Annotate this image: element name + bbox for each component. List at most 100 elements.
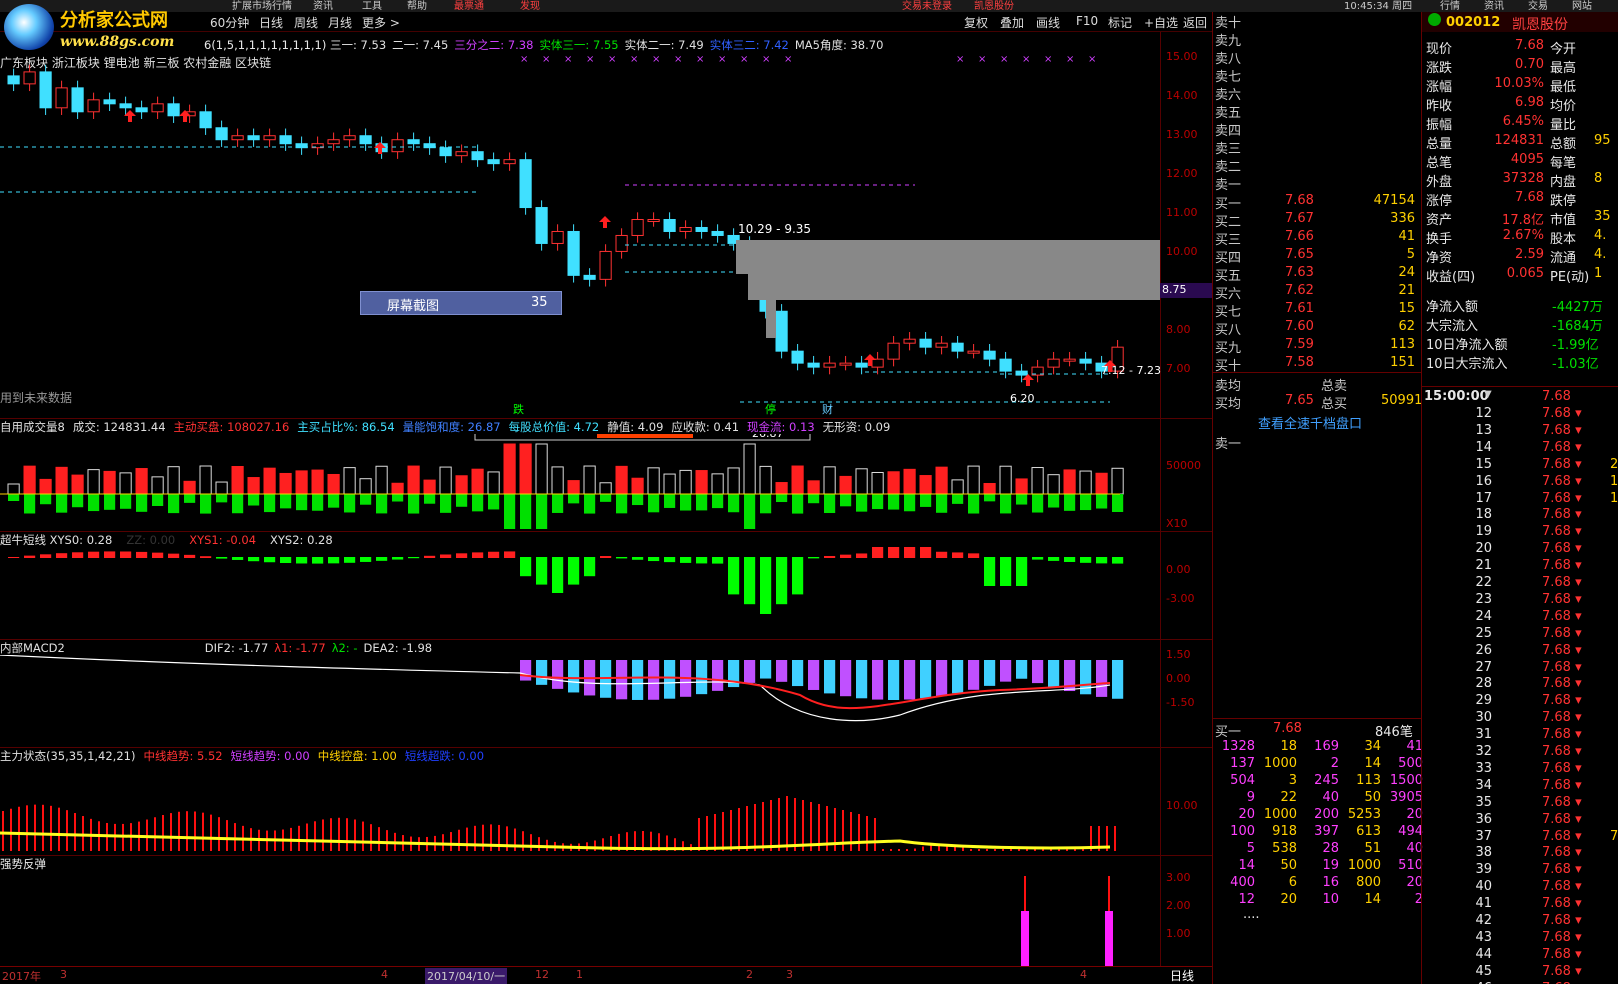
tool-add-favorite[interactable]: +自选 bbox=[1144, 14, 1178, 31]
volume-bar bbox=[184, 481, 195, 494]
volume-bar-neg bbox=[840, 494, 851, 506]
volume-chart[interactable]: 26.87 bbox=[0, 434, 1160, 531]
volume-bar bbox=[680, 470, 691, 494]
macd-bar bbox=[1032, 660, 1043, 683]
tool-overlay[interactable]: 叠加 bbox=[1000, 14, 1024, 31]
zl-bar bbox=[802, 800, 804, 851]
menu-item-news[interactable]: 资讯 bbox=[313, 0, 333, 12]
tool-fuquan[interactable]: 复权 bbox=[964, 14, 988, 31]
volume-bar bbox=[88, 470, 99, 494]
period-60min[interactable]: 60分钟 bbox=[210, 14, 249, 31]
candle-body bbox=[232, 136, 243, 140]
volume-bar bbox=[200, 466, 211, 494]
period-month[interactable]: 月线 bbox=[328, 14, 352, 31]
buy-level-price[interactable]: 7.58 bbox=[1285, 355, 1314, 372]
tool-mark[interactable]: 标记 bbox=[1108, 14, 1132, 31]
buy-level-price[interactable]: 7.62 bbox=[1285, 283, 1314, 300]
volume-bar bbox=[392, 483, 403, 494]
marker-x: × bbox=[1088, 54, 1096, 65]
macd-chart[interactable] bbox=[0, 655, 1160, 747]
sell1-label: 卖一 bbox=[1215, 433, 1241, 450]
tick-list[interactable]: 15:00:00 ▼ 7.68 12 7.68 ▾ 13 7.68 ▾ 14 7.68 ▾… bbox=[1421, 386, 1618, 984]
tool-draw[interactable]: 画线 bbox=[1036, 14, 1060, 31]
tab-zixun[interactable]: 资讯 bbox=[1484, 0, 1504, 12]
tick-minute: 43 bbox=[1460, 930, 1492, 947]
tool-f10[interactable]: F10 bbox=[1076, 14, 1098, 31]
zl-chart[interactable] bbox=[0, 763, 1160, 855]
tick-price: 7.68 ▾ bbox=[1542, 474, 1582, 491]
buy-level-price[interactable]: 7.60 bbox=[1285, 319, 1314, 336]
xys-chart[interactable] bbox=[0, 547, 1160, 639]
tab-wangzhan[interactable]: 网站 bbox=[1572, 0, 1592, 12]
volume-bar bbox=[8, 484, 19, 494]
buy-level-price[interactable]: 7.65 bbox=[1285, 247, 1314, 264]
buy-level-volume: 21 bbox=[1398, 283, 1415, 300]
buy-level-price[interactable]: 7.59 bbox=[1285, 337, 1314, 354]
buy-level-price[interactable]: 7.68 bbox=[1285, 193, 1314, 210]
menu-item-help[interactable]: 帮助 bbox=[407, 0, 427, 12]
queue-cell: 20 bbox=[1259, 892, 1297, 909]
period-day[interactable]: 日线 bbox=[259, 14, 283, 31]
buy-level-price[interactable]: 7.63 bbox=[1285, 265, 1314, 282]
volume-bar bbox=[856, 469, 867, 494]
tick-price: 7.68 ▾ bbox=[1542, 862, 1582, 879]
menu-item-zuipiaotong[interactable]: 最票通 bbox=[454, 0, 484, 12]
menu-item-tools[interactable]: 工具 bbox=[362, 0, 382, 12]
date-label: 3 bbox=[60, 968, 67, 981]
zl-bar bbox=[26, 805, 28, 851]
fs-chart[interactable] bbox=[0, 871, 1160, 966]
legend-item: λ2: - bbox=[332, 641, 358, 655]
marker-x: × bbox=[586, 54, 594, 65]
volume-bar-neg bbox=[200, 494, 211, 514]
menu-item-discover[interactable]: 发现 bbox=[520, 0, 540, 12]
xys-bar bbox=[296, 557, 307, 563]
volume-bar-neg bbox=[504, 494, 515, 529]
queue-cell: 14 bbox=[1217, 858, 1255, 875]
buy-level-price[interactable]: 7.66 bbox=[1285, 229, 1314, 246]
axis-label: 1.50 bbox=[1166, 648, 1191, 661]
tick-price: 7.68 ▾ bbox=[1542, 643, 1582, 660]
buy-level-price[interactable]: 7.67 bbox=[1285, 211, 1314, 228]
volume-bar bbox=[760, 466, 771, 494]
candle-body bbox=[632, 220, 643, 236]
candlestick-chart[interactable]: × × × × × × × × × × × × × × × × × × × × bbox=[0, 32, 1160, 418]
zl-bar bbox=[858, 814, 860, 851]
candle-body bbox=[664, 220, 675, 232]
menu-item-extended-market[interactable]: 扩展市场行情 bbox=[232, 0, 292, 12]
volume-bar bbox=[296, 471, 307, 494]
tool-back[interactable]: 返回 bbox=[1183, 14, 1207, 31]
volume-bar-neg bbox=[1096, 494, 1107, 509]
gray-box bbox=[748, 272, 1160, 300]
queue-cell: 9 bbox=[1217, 790, 1255, 807]
tab-hangqing[interactable]: 行情 bbox=[1440, 0, 1460, 12]
buy-level-price[interactable]: 7.61 bbox=[1285, 301, 1314, 318]
candle-body bbox=[936, 343, 947, 347]
buy-arrow-icon bbox=[1022, 374, 1034, 386]
xys-bar bbox=[328, 557, 339, 563]
period-more[interactable]: 更多 > bbox=[362, 14, 400, 31]
volume-bar bbox=[488, 472, 499, 494]
legend-item: 无形资: 0.09 bbox=[823, 420, 891, 434]
queue-cell: 50 bbox=[1343, 790, 1381, 807]
zl-bar bbox=[298, 826, 300, 851]
tab-jiaoyi[interactable]: 交易 bbox=[1528, 0, 1548, 12]
macd-bar bbox=[1096, 660, 1107, 697]
queue-cell: 3905 bbox=[1385, 790, 1423, 807]
dropdown-arrow-icon[interactable]: ▼ bbox=[1484, 389, 1492, 406]
volume-bar bbox=[120, 473, 131, 494]
tick-minute: 42 bbox=[1460, 913, 1492, 930]
full-depth-link[interactable]: 查看全速千档盘口 bbox=[1258, 413, 1362, 430]
volume-bar bbox=[504, 444, 515, 494]
zl-bar bbox=[922, 847, 924, 851]
xys-bar bbox=[968, 553, 979, 558]
tick-minute: 29 bbox=[1460, 693, 1492, 710]
candle-body bbox=[136, 108, 147, 112]
screenshot-popup[interactable]: 屏幕截图 35 bbox=[360, 291, 562, 315]
macd-bar bbox=[632, 660, 643, 700]
macd-bar bbox=[808, 660, 819, 690]
xys-bar bbox=[1048, 557, 1059, 561]
zl-bar bbox=[354, 819, 356, 851]
period-week[interactable]: 周线 bbox=[294, 14, 318, 31]
period-indicator[interactable]: 日线 bbox=[1170, 967, 1194, 984]
tick-price: 7.68 ▾ bbox=[1542, 541, 1582, 558]
